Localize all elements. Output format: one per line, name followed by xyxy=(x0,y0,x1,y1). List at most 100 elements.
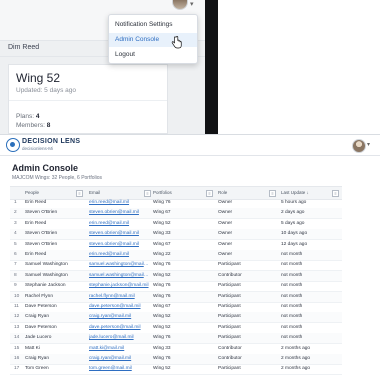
blank-area xyxy=(218,0,380,134)
table-row[interactable]: 9 Stephanie Jackson stephanie.jackson@mail… xyxy=(10,281,342,293)
table-row[interactable]: 6 Erin Reed erin.reed@mail.mil Wing 22 Owner… xyxy=(10,250,342,261)
row-number: 15 xyxy=(14,345,20,351)
table-row[interactable]: 1 Erin Reed erin.reed@mail.mil Wing 76 Owner… xyxy=(10,198,342,209)
role: Participant xyxy=(218,335,241,341)
portfolio-name: Wing 76 xyxy=(153,200,171,205)
email-link[interactable]: dave.peterson@mail.mil xyxy=(89,323,149,333)
portfolio-name: Wing 76 xyxy=(153,293,171,299)
row-number: 3 xyxy=(14,220,17,226)
filter-icon[interactable]: ≡ xyxy=(332,190,339,197)
table-row[interactable]: 4 Steven O'Brien steven.obrien@mail.mil Win… xyxy=(10,229,342,241)
table-row[interactable]: 14 Jade Lucero jade.lucero@mail.mil Wing 76… xyxy=(10,333,342,345)
people-table: People ≡ Email ≡ Portfolios ≡ Role ≡ Las… xyxy=(10,186,370,375)
row-number: 1 xyxy=(14,200,17,205)
email-link[interactable]: stephanie.jackson@mail.mil xyxy=(89,281,149,291)
user-menu-dropdown: Notification Settings Admin Console Logo… xyxy=(108,14,198,64)
email-link[interactable]: samuel.washington@mail.mil xyxy=(89,271,149,281)
role: Owner xyxy=(218,220,233,226)
role: Participant xyxy=(218,314,241,320)
role: Contributor xyxy=(218,272,242,278)
person-name: Samuel Washington xyxy=(25,272,68,278)
email-link[interactable]: matt.ki@mail.mil xyxy=(89,344,149,354)
portfolio-name: Wing 52 xyxy=(153,314,171,320)
logo[interactable]: DECISION LENS decisionlens-Mi xyxy=(6,138,86,152)
filter-icon[interactable]: ≡ xyxy=(269,190,276,197)
role: Participant xyxy=(218,366,241,372)
row-number: 16 xyxy=(14,356,20,361)
chevron-down-icon[interactable]: ▾ xyxy=(367,141,370,148)
person-name: Jade Lucero xyxy=(25,335,52,341)
email-link[interactable]: erin.reed@mail.mil xyxy=(89,198,149,208)
person-name: Matt Ki xyxy=(25,345,40,351)
email-link[interactable]: tom.green@mail.mil xyxy=(89,364,149,374)
menu-item-admin-console[interactable]: Admin Console xyxy=(109,33,197,47)
person-name: Dave Peterson xyxy=(25,324,57,330)
filter-icon[interactable]: ≡ xyxy=(144,190,151,197)
portfolio-name: Wing 67 xyxy=(153,210,171,216)
row-number: 11 xyxy=(14,304,19,309)
last-update: 2 months ago xyxy=(281,345,311,351)
row-number: 9 xyxy=(14,283,17,289)
row-number: 2 xyxy=(14,210,17,216)
last-update: not month xyxy=(281,314,303,320)
last-update: not month xyxy=(281,252,303,257)
row-number: 8 xyxy=(14,272,17,278)
table-row[interactable]: 2 Steven O'Brien steven.obrien@mail.mil Win… xyxy=(10,208,342,220)
email-link[interactable]: jade.lucero@mail.mil xyxy=(89,333,149,343)
portfolio-name: Wing 76 xyxy=(153,335,171,341)
last-update: 12 days ago xyxy=(281,241,308,247)
email-link[interactable]: erin.reed@mail.mil xyxy=(89,219,149,229)
email-link[interactable]: steven.obrien@mail.mil xyxy=(89,208,149,218)
row-number: 5 xyxy=(14,241,17,247)
table-row[interactable]: 8 Samuel Washington samuel.washington@mail… xyxy=(10,270,342,282)
table-row[interactable]: 17 Tom Green tom.green@mail.mil Wing 52 Part… xyxy=(10,364,342,375)
role: Contributor xyxy=(218,345,242,351)
role: Owner xyxy=(218,200,233,205)
portfolio-name: Wing 33 xyxy=(153,231,171,237)
table-row[interactable]: 5 Steven O'Brien steven.obrien@mail.mil Win… xyxy=(10,240,342,251)
role: Participant xyxy=(218,324,241,330)
chevron-down-icon[interactable]: ▾ xyxy=(190,0,194,8)
logo-title: DECISION LENS xyxy=(22,138,81,145)
filter-icon[interactable]: ≡ xyxy=(76,190,83,197)
table-row[interactable]: 15 Matt Ki matt.ki@mail.mil Wing 33 Contribu… xyxy=(10,344,342,355)
members-label: Members: xyxy=(16,122,45,129)
table-row[interactable]: 13 Dave Peterson dave.peterson@mail.mil Win… xyxy=(10,323,342,334)
top-row-text: Dim Reed xyxy=(8,44,40,51)
last-update: 2 days ago xyxy=(281,210,305,216)
filter-icon[interactable]: ≡ xyxy=(206,190,213,197)
table-row[interactable]: 11 Dave Peterson dave.peterson@mail.mil Win… xyxy=(10,302,342,313)
menu-item-logout[interactable]: Logout xyxy=(109,48,197,62)
last-update: 5 days ago xyxy=(281,220,305,226)
logo-subtitle: decisionlens-Mi xyxy=(22,146,54,151)
email-link[interactable]: samuel.washington@mail.mil xyxy=(89,260,149,270)
last-update: not month xyxy=(281,304,303,309)
person-name: Erin Reed xyxy=(25,252,47,257)
table-row[interactable]: 10 Rachel Flynn rachel.flynn@mail.mil Wing … xyxy=(10,291,342,303)
row-number: 6 xyxy=(14,252,17,257)
last-update: 5 hours ago xyxy=(281,200,307,205)
table-row[interactable]: 7 Samuel Washington samuel.washington@mail… xyxy=(10,260,342,272)
table-row[interactable]: 3 Erin Reed erin.reed@mail.mil Wing 52 Owner… xyxy=(10,219,342,230)
avatar[interactable] xyxy=(352,139,366,153)
email-link[interactable]: steven.obrien@mail.mil xyxy=(89,229,149,239)
last-update: not month xyxy=(281,283,303,289)
email-link[interactable]: rachel.flynn@mail.mil xyxy=(89,292,149,302)
last-update: not month xyxy=(281,293,303,299)
menu-item-notification-settings[interactable]: Notification Settings xyxy=(109,18,197,32)
email-link[interactable]: steven.obrien@mail.mil xyxy=(89,240,149,250)
email-link[interactable]: craig.ryan@mail.mil xyxy=(89,312,149,322)
table-row[interactable]: 12 Craig Ryan craig.ryan@mail.mil Wing 52 Pa… xyxy=(10,312,342,324)
plans-label: Plans: xyxy=(16,113,35,120)
page-title: Admin Console xyxy=(12,163,79,173)
email-link[interactable]: erin.reed@mail.mil xyxy=(89,250,149,260)
hand-cursor-icon xyxy=(171,36,182,49)
admin-console-window: DECISION LENS decisionlens-Mi ▾ Admin Co… xyxy=(0,134,380,375)
email-link[interactable]: dave.peterson@mail.mil xyxy=(89,302,149,312)
wing-card[interactable]: Wing 52 Updated: 5 days ago Plans: 4 Mem… xyxy=(8,64,168,134)
email-link[interactable]: craig.ryan@mail.mil xyxy=(89,354,149,364)
role: Owner xyxy=(218,231,233,237)
role: Participant xyxy=(218,304,241,309)
table-row[interactable]: 16 Craig Ryan craig.ryan@mail.mil Wing 76 Co… xyxy=(10,354,342,365)
wing-card-title: Wing 52 xyxy=(16,71,61,85)
